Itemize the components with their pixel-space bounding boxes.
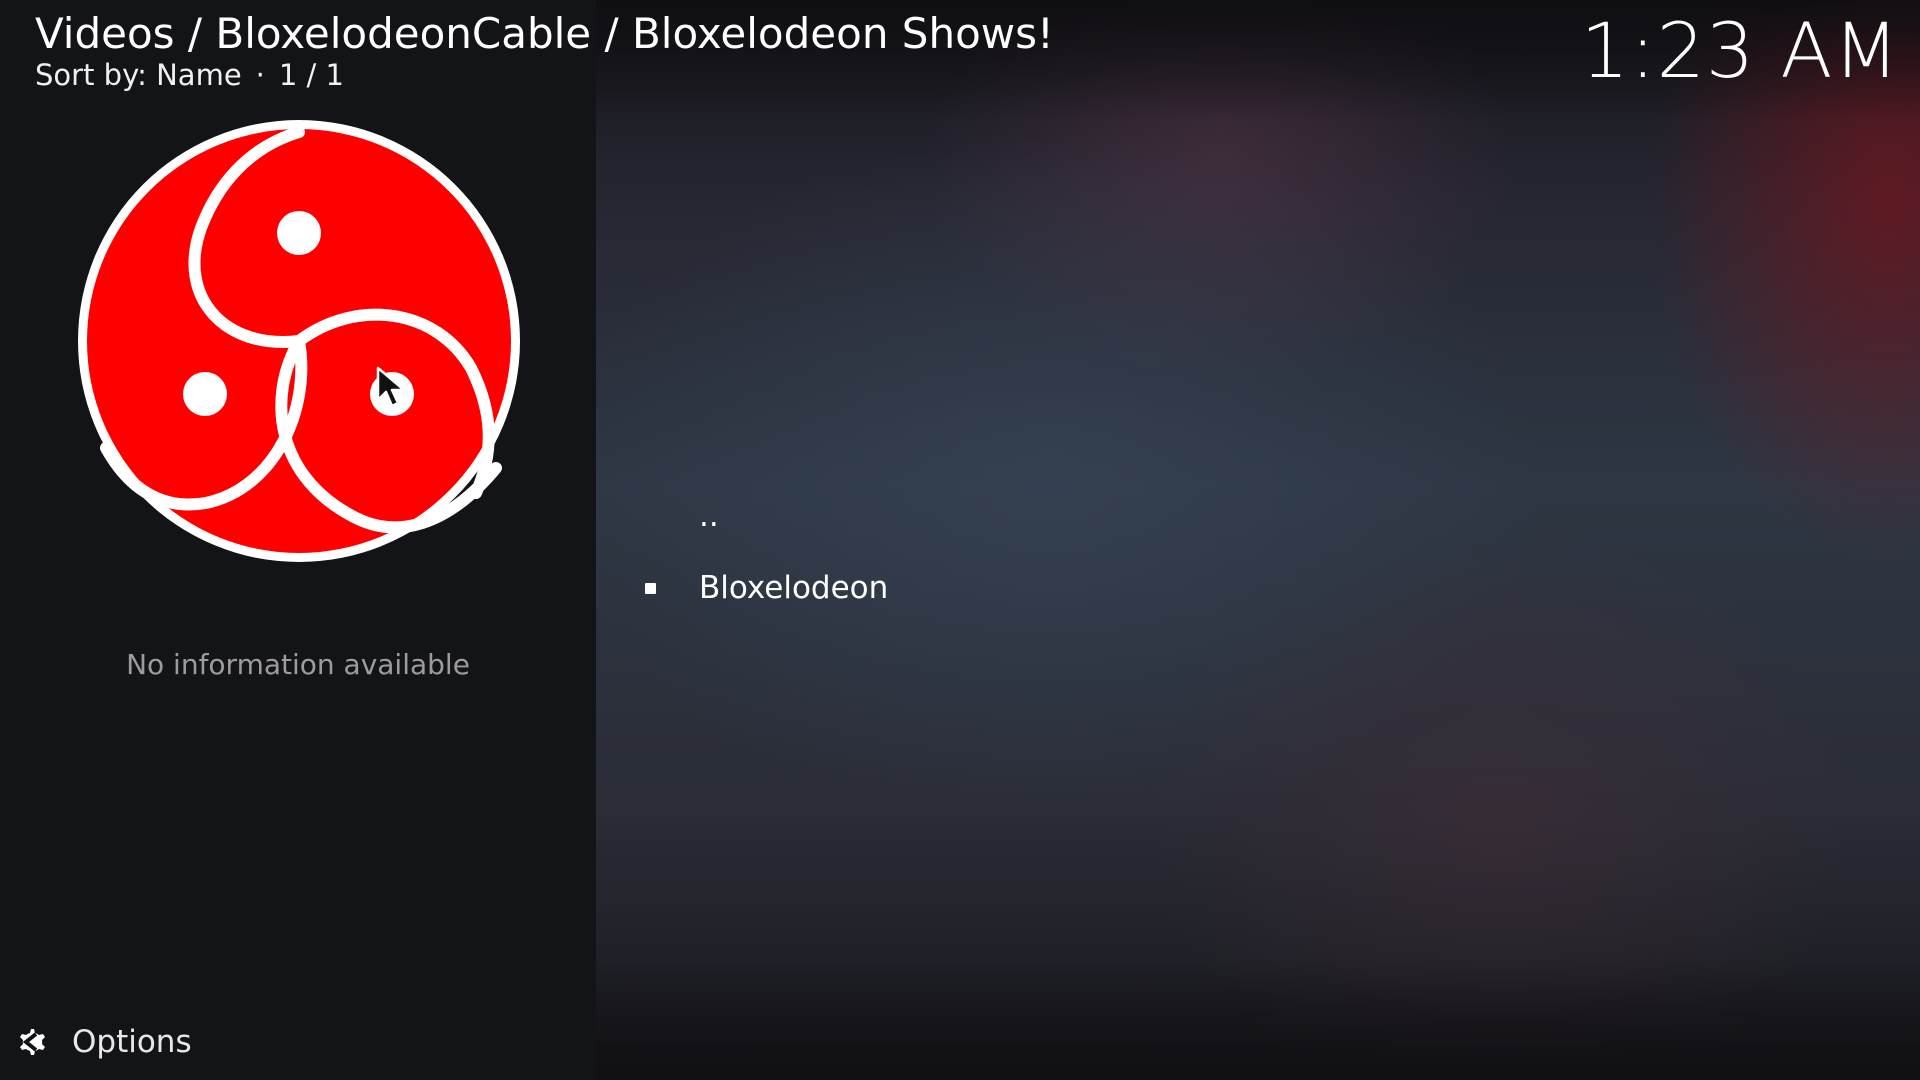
triple-tomoe-logo — [78, 120, 520, 562]
sort-label: Sort by: Name — [35, 58, 242, 92]
file-list: .. Bloxelodeon — [620, 480, 1520, 624]
info-panel: No information available — [0, 0, 596, 1080]
page-count: 1 / 1 — [278, 58, 344, 92]
clock: 1:23 AM — [1580, 6, 1900, 95]
mouse-cursor-icon — [376, 366, 406, 408]
header: Videos / BloxelodeonCable / Bloxelodeon … — [35, 6, 1054, 92]
folder-bullet-icon — [636, 574, 664, 602]
list-item-label: Bloxelodeon — [699, 570, 889, 606]
list-item-parent[interactable]: .. — [620, 480, 1520, 552]
options-gear-icon — [20, 1029, 45, 1055]
sort-info: Sort by: Name · 1 / 1 — [35, 58, 1054, 92]
no-info-text: No information available — [126, 648, 470, 681]
kodi-window: No information available Videos / Bloxel… — [0, 0, 1920, 1080]
options-label: Options — [72, 1024, 192, 1060]
options-button[interactable]: Options — [12, 1022, 192, 1062]
breadcrumb: Videos / BloxelodeonCable / Bloxelodeon … — [35, 9, 1054, 58]
list-item-label: .. — [699, 498, 719, 534]
list-item-bloxelodeon[interactable]: Bloxelodeon — [620, 552, 1520, 624]
separator: · — [255, 58, 265, 92]
